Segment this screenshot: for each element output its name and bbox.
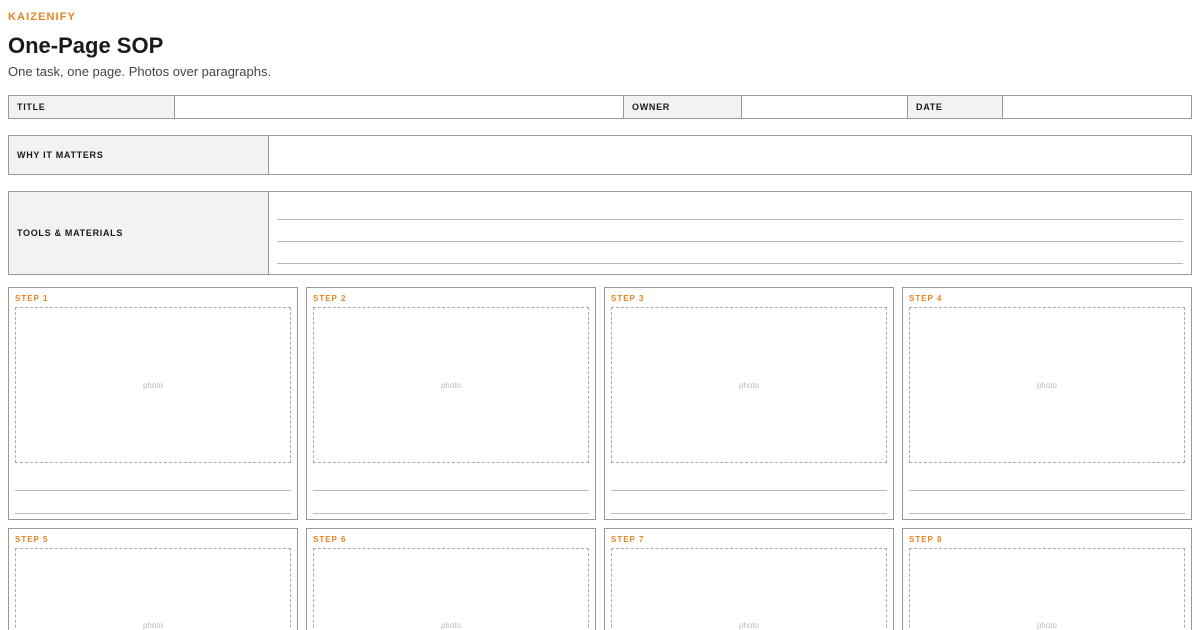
step-label: STEP 7 — [611, 535, 645, 544]
photo-text: photo — [440, 380, 462, 390]
step-label: STEP 5 — [15, 535, 49, 544]
photo-placeholder[interactable]: photo — [611, 307, 887, 463]
page-title: One-Page SOP — [8, 33, 164, 58]
step-card-7: STEP 7 photo — [604, 528, 894, 630]
title-label-cell: TITLE — [9, 96, 175, 118]
step-line — [611, 490, 887, 491]
step-line — [313, 513, 589, 514]
step-line — [313, 490, 589, 491]
tools-line-1 — [277, 219, 1183, 220]
step-card-4: STEP 4 photo — [902, 287, 1192, 520]
step-label: STEP 4 — [909, 294, 943, 303]
step-label: STEP 1 — [15, 294, 49, 303]
tools-line-3 — [277, 263, 1183, 264]
photo-placeholder[interactable]: photo — [909, 307, 1185, 463]
photo-text: photo — [1036, 380, 1058, 390]
step-label: STEP 8 — [909, 535, 943, 544]
step-card-1: STEP 1 photo — [8, 287, 298, 520]
step-card-5: STEP 5 photo — [8, 528, 298, 630]
tools-field[interactable] — [269, 192, 1191, 274]
brand-name: KAIZENIFY — [8, 11, 76, 23]
step-line — [909, 513, 1185, 514]
photo-placeholder[interactable]: photo — [15, 307, 291, 463]
tools-label-cell: TOOLS & MATERIALS — [9, 192, 269, 274]
owner-label-cell: OWNER — [624, 96, 742, 118]
step-label: STEP 3 — [611, 294, 645, 303]
photo-text: photo — [142, 380, 164, 390]
why-label: WHY IT MATTERS — [17, 150, 104, 160]
step-line — [15, 490, 291, 491]
step-card-6: STEP 6 photo — [306, 528, 596, 630]
step-card-3: STEP 3 photo — [604, 287, 894, 520]
tools-materials-row: TOOLS & MATERIALS — [8, 191, 1192, 275]
tools-line-2 — [277, 241, 1183, 242]
step-label: STEP 2 — [313, 294, 347, 303]
owner-label: OWNER — [632, 102, 670, 112]
date-field[interactable] — [1003, 96, 1191, 118]
photo-placeholder[interactable]: photo — [15, 548, 291, 630]
photo-placeholder[interactable]: photo — [611, 548, 887, 630]
why-label-cell: WHY IT MATTERS — [9, 136, 269, 174]
photo-text: photo — [440, 621, 462, 630]
title-label: TITLE — [17, 102, 46, 112]
step-label: STEP 6 — [313, 535, 347, 544]
photo-placeholder[interactable]: photo — [313, 548, 589, 630]
step-card-8: STEP 8 photo — [902, 528, 1192, 630]
tools-label: TOOLS & MATERIALS — [17, 228, 124, 238]
date-label: DATE — [916, 102, 943, 112]
date-label-cell: DATE — [908, 96, 1003, 118]
photo-placeholder[interactable]: photo — [909, 548, 1185, 630]
photo-placeholder[interactable]: photo — [313, 307, 589, 463]
step-line — [611, 513, 887, 514]
why-it-matters-row: WHY IT MATTERS — [8, 135, 1192, 175]
meta-row: TITLE OWNER DATE — [8, 95, 1192, 119]
step-line — [15, 513, 291, 514]
step-line — [909, 490, 1185, 491]
owner-field[interactable] — [742, 96, 908, 118]
photo-text: photo — [738, 380, 760, 390]
step-card-2: STEP 2 photo — [306, 287, 596, 520]
page-subtitle: One task, one page. Photos over paragrap… — [8, 64, 272, 79]
why-field[interactable] — [269, 136, 1191, 174]
title-field[interactable] — [175, 96, 624, 118]
photo-text: photo — [738, 621, 760, 630]
photo-text: photo — [1036, 621, 1058, 630]
photo-text: photo — [142, 621, 164, 630]
